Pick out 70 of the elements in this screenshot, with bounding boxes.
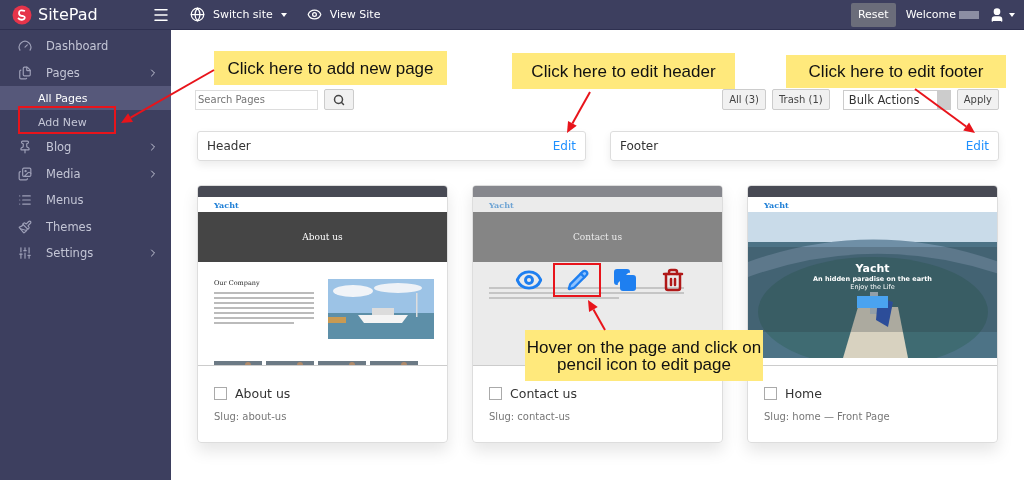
edit-icon[interactable]: [567, 269, 589, 291]
pointer-arrow: [588, 300, 606, 331]
hero-title: Contact us: [573, 232, 622, 242]
logo-icon: [12, 4, 32, 25]
site-logo: Yacht: [489, 199, 514, 210]
filter-button[interactable]: All (3): [722, 89, 766, 110]
checkbox[interactable]: [214, 387, 227, 400]
pointer-arrow: [567, 91, 591, 133]
menu-item-label: Pages: [46, 65, 81, 80]
sidebar-item[interactable]: Pages: [0, 59, 171, 86]
menu-item-icon: [18, 140, 32, 155]
checkbox[interactable]: [489, 387, 502, 400]
hero-title: About us: [302, 232, 343, 242]
page-slug: Slug: home — Front Page: [764, 411, 891, 422]
page-slug: Slug: about-us: [214, 411, 288, 422]
sidebar-item[interactable]: Themes: [0, 213, 171, 240]
globe-icon: [190, 7, 205, 22]
section-label: Header: [207, 139, 251, 153]
menu-item-label: Blog: [46, 140, 73, 155]
brand-name: SitePad: [38, 5, 99, 24]
reset-button[interactable]: Reset: [850, 2, 896, 27]
search-button[interactable]: [324, 89, 354, 110]
site-logo: Yacht: [214, 199, 239, 210]
menu-item-icon: [18, 39, 32, 54]
highlight-frame: [553, 263, 601, 297]
menu-item-label: Media: [46, 166, 82, 181]
search-icon: [333, 93, 345, 106]
caret-icon: [1009, 12, 1015, 17]
sidebar-item[interactable]: Menus: [0, 187, 171, 214]
sidebar-item[interactable]: Dashboard: [0, 33, 171, 60]
page-slug: Slug: contact-us: [489, 411, 571, 422]
bulk-actions-select[interactable]: Bulk Actions: [842, 89, 951, 110]
user-name-blur: [959, 10, 979, 19]
trash-icon[interactable]: [661, 268, 685, 292]
menu-item-label: Settings: [46, 246, 95, 261]
edit-link[interactable]: Edit: [965, 139, 989, 153]
menu-item-label: Menus: [46, 193, 85, 208]
page-title[interactable]: About us: [235, 386, 291, 401]
callout: Hover on the page and click on pencil icon to edit page: [525, 330, 763, 381]
edit-link[interactable]: Edit: [552, 139, 576, 153]
checkbox[interactable]: [764, 387, 777, 400]
apply-button[interactable]: Apply: [956, 89, 999, 110]
page-title[interactable]: Contact us: [510, 386, 578, 401]
callout: Click here to edit footer: [786, 55, 1006, 88]
menu-item-icon: [18, 65, 32, 80]
menu-item-icon: [18, 246, 32, 261]
menu-item-label: Dashboard: [46, 39, 110, 54]
hero-title: Yacht: [855, 262, 890, 275]
page-title[interactable]: Home: [785, 386, 822, 401]
sidebar-item[interactable]: Settings: [0, 240, 171, 267]
sidebar-subitem[interactable]: Add New: [0, 110, 171, 134]
menu-item-icon: [18, 219, 32, 234]
top-link[interactable]: Switch site: [190, 7, 287, 22]
search-field[interactable]: Search Pages: [195, 89, 318, 110]
sidebar-subitem[interactable]: All Pages: [0, 86, 171, 110]
sidebar-item[interactable]: Media: [0, 160, 171, 187]
top-link[interactable]: View Site: [306, 7, 381, 22]
site-logo: Yacht: [764, 199, 789, 210]
callout: Click here to add new page: [214, 51, 447, 85]
copy-icon[interactable]: [613, 268, 637, 292]
callout: Click here to edit header: [512, 53, 735, 89]
filter-button[interactable]: Trash (1): [772, 89, 830, 110]
menu-item-icon: [18, 193, 32, 208]
welcome-text: Welcome: [905, 8, 956, 21]
section-label: Footer: [620, 139, 659, 153]
user-icon[interactable]: [989, 6, 1005, 23]
menu-item-icon: [18, 166, 32, 181]
menu-item-label: Themes: [46, 219, 93, 234]
sidebar-item[interactable]: Blog: [0, 134, 171, 161]
eye-icon: [306, 7, 322, 22]
